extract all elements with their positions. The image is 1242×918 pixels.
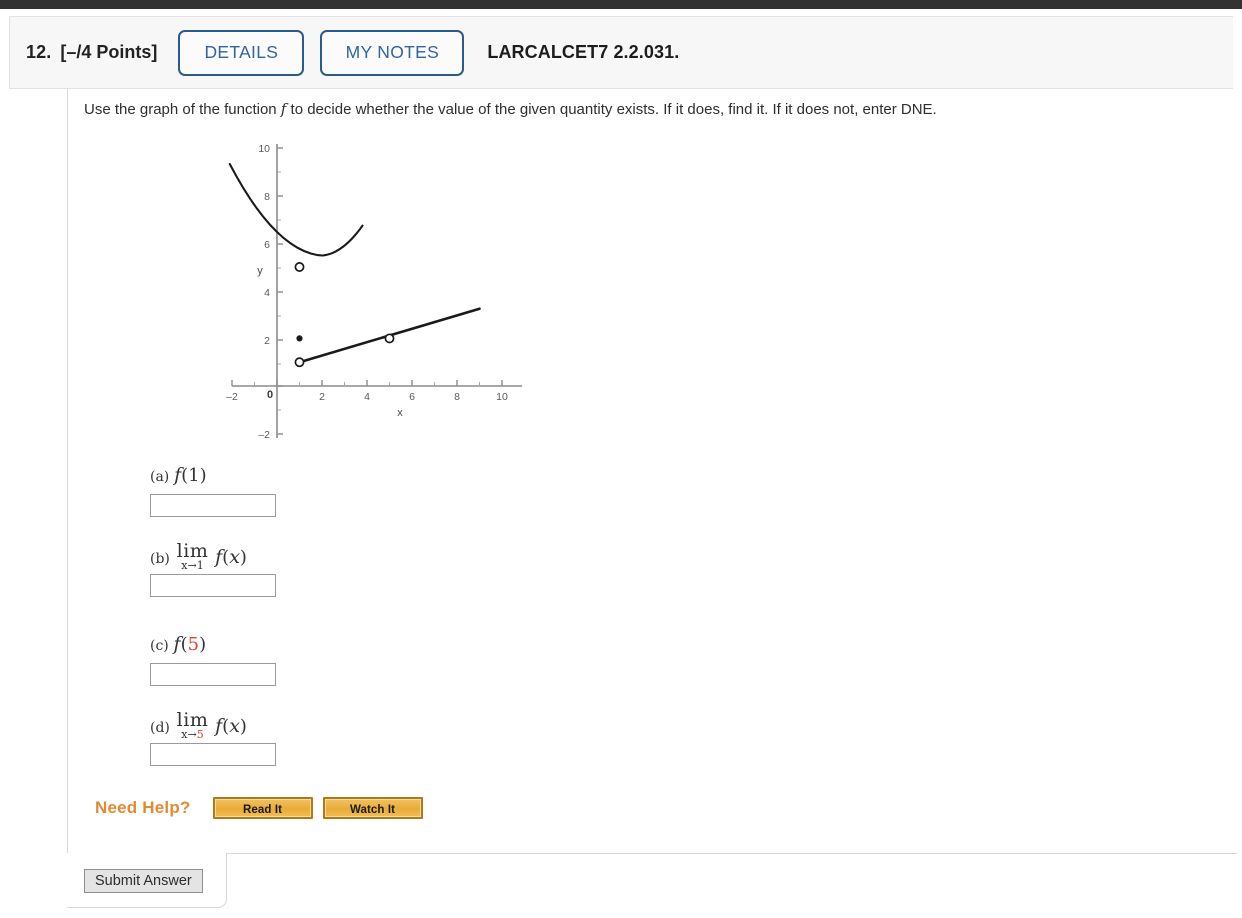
part-c-function: f — [173, 633, 181, 655]
y-tick-label--2: –2 — [258, 429, 270, 441]
answer-input-d[interactable] — [150, 743, 276, 766]
function-graph: –2 0 2 4 6 8 10 10 8 6 4 2 –2 x y — [210, 134, 540, 446]
watch-it-label: Watch It — [349, 803, 396, 816]
x-axis-major-ticks — [231, 380, 503, 386]
part-d-lim-target: 5 — [196, 728, 204, 741]
answer-part-a: (a) f(1) — [150, 462, 276, 517]
part-b-lim-target: 1 — [196, 559, 204, 572]
x-tick-label-8: 8 — [454, 391, 460, 403]
part-a-label: (a) f(1) — [150, 464, 207, 486]
open-circle-line-start-marker — [294, 357, 305, 368]
answer-input-c[interactable] — [150, 663, 276, 686]
part-d-limit-operator: lim x→5 — [177, 711, 209, 741]
filled-dot-at-x1-marker — [296, 335, 303, 342]
part-d-label: (d) lim x→5 f(x) — [150, 709, 247, 741]
need-help-row: Need Help? Read It Watch It — [95, 797, 423, 819]
part-d-lim-subscript: x→5 — [181, 728, 204, 741]
x-tick-label-10: 10 — [496, 391, 508, 403]
watch-it-button[interactable]: Watch It — [322, 797, 423, 819]
graph-axes — [232, 144, 522, 438]
x-tick-label-2: 2 — [319, 391, 325, 403]
part-b-argument: x — [229, 546, 240, 568]
part-c-argument: 5 — [187, 634, 200, 655]
read-it-button[interactable]: Read It — [212, 797, 313, 819]
details-button[interactable]: DETAILS — [178, 29, 305, 76]
part-c-label: (c) f(5) — [150, 633, 207, 655]
y-tick-label-4: 4 — [264, 287, 270, 299]
open-circle-at-x5-marker — [384, 333, 395, 344]
prompt-text-part1: Use the graph of the function — [84, 101, 281, 118]
y-tick-label-10: 10 — [258, 143, 270, 155]
question-prompt: Use the graph of the function f to decid… — [84, 100, 937, 118]
part-a-letter: (a) — [150, 469, 170, 485]
x-tick-label-4: 4 — [364, 391, 370, 403]
part-b-label: (b) lim x→1 f(x) — [150, 540, 247, 572]
y-axis-major-ticks — [277, 147, 283, 435]
x-tick-label--2: –2 — [226, 391, 238, 403]
x-axis-label: x — [397, 407, 403, 419]
graph-svg: –2 0 2 4 6 8 10 10 8 6 4 2 –2 x y — [226, 143, 522, 441]
part-b-lim-subscript: x→1 — [181, 559, 204, 572]
my-notes-button[interactable]: MY NOTES — [320, 29, 465, 76]
submit-divider — [227, 853, 1237, 854]
open-circle-parabola-end-marker — [294, 262, 305, 272]
x-tick-label-6: 6 — [409, 391, 415, 403]
submit-answer-button[interactable]: Submit Answer — [84, 869, 203, 893]
points-badge: [–/4 Points] — [60, 42, 158, 62]
y-axis-label: y — [257, 265, 263, 277]
parabola-branch — [228, 162, 364, 257]
question-header: 12. [–/4 Points] DETAILS MY NOTES LARCAL… — [9, 16, 1233, 89]
answer-input-a[interactable] — [150, 494, 276, 517]
part-c-letter: (c) — [150, 638, 169, 654]
part-d-argument: x — [229, 715, 240, 737]
read-it-label: Read It — [243, 803, 283, 816]
answer-part-d: (d) lim x→5 f(x) — [150, 711, 276, 766]
question-number: 12. — [26, 42, 52, 62]
top-bar — [0, 0, 1242, 9]
answer-input-b[interactable] — [150, 574, 276, 597]
y-tick-label-6: 6 — [264, 239, 270, 251]
need-help-label: Need Help? — [95, 798, 191, 817]
y-tick-label-8: 8 — [264, 191, 270, 203]
prompt-text-part2: to decide whether the value of the given… — [286, 101, 937, 118]
part-b-limit-operator: lim x→1 — [177, 542, 209, 572]
part-a-argument: 1 — [188, 465, 200, 486]
y-tick-label-2: 2 — [264, 335, 270, 347]
question-left-rail — [67, 89, 68, 853]
part-d-letter: (d) — [150, 720, 170, 736]
answer-part-b: (b) lim x→1 f(x) — [150, 542, 276, 597]
assignment-code: LARCALCET7 2.2.031. — [487, 42, 680, 62]
answer-part-c: (c) f(5) — [150, 631, 276, 686]
part-b-letter: (b) — [150, 551, 170, 567]
graph-tick-labels: –2 0 2 4 6 8 10 10 8 6 4 2 –2 — [226, 143, 508, 441]
x-tick-label-0: 0 — [267, 389, 273, 401]
